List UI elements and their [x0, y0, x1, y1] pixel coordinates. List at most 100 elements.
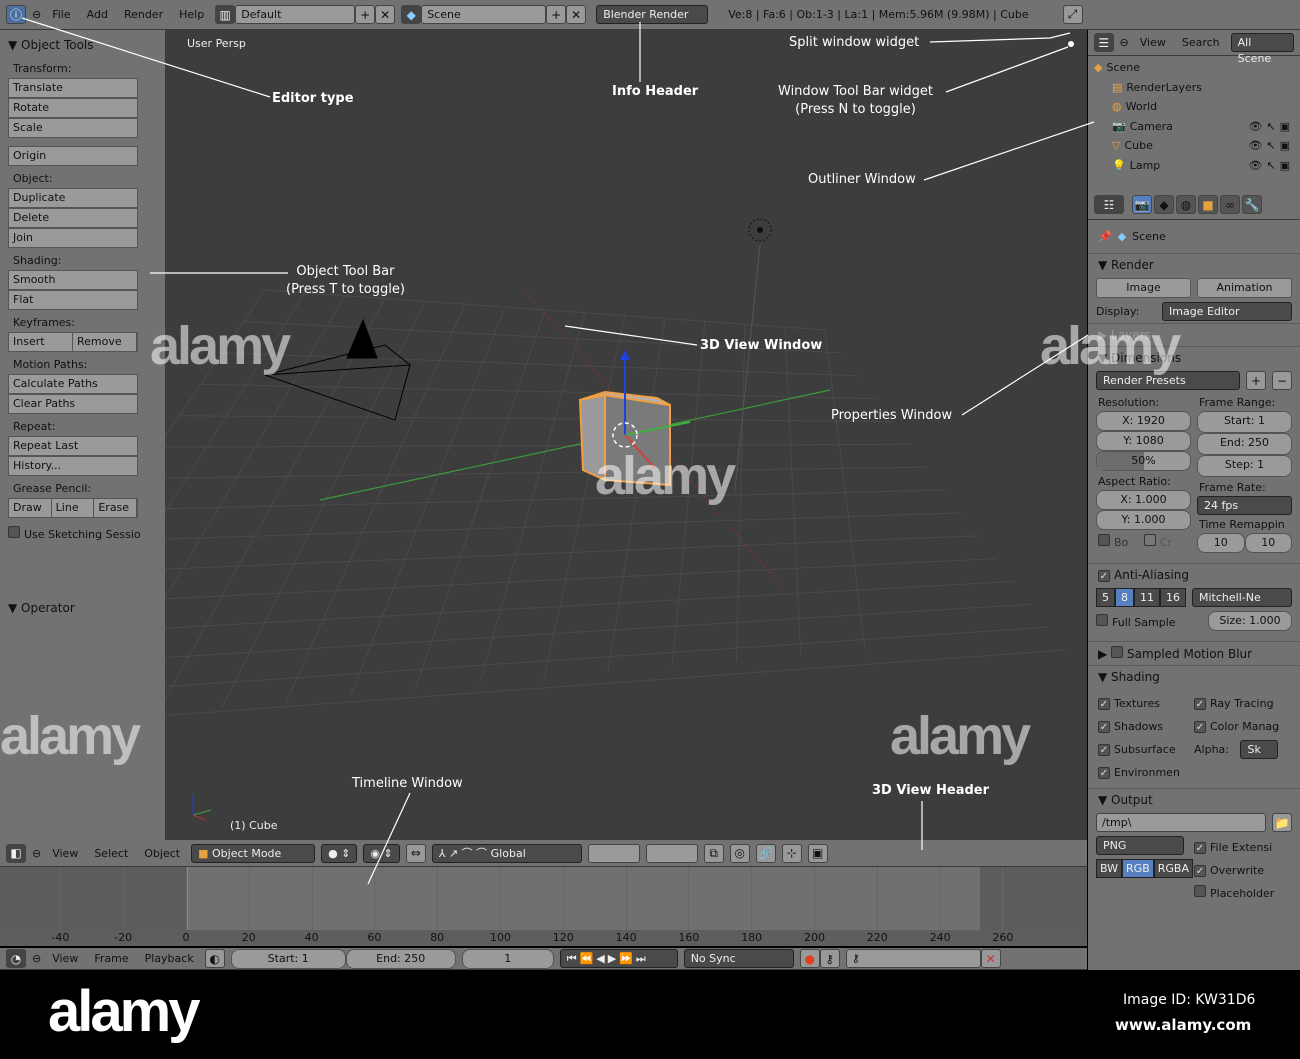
editor-type-icon[interactable]: ☰ — [1094, 33, 1114, 52]
frame-rate-select[interactable]: 24 fps — [1197, 496, 1292, 515]
tool-button-line[interactable]: Line — [52, 499, 95, 517]
tool-button-origin[interactable]: Origin — [8, 146, 138, 166]
visibility-icons[interactable]: 👁↖▣ — [1248, 117, 1294, 137]
shading-select[interactable]: ● ⇕ — [321, 843, 358, 863]
display-filter-select[interactable]: All Scene — [1230, 33, 1294, 65]
proportional-icon[interactable]: ◎ — [729, 843, 750, 863]
checkbox[interactable]: ✓ — [1194, 865, 1206, 877]
menu-search[interactable]: Search — [1177, 36, 1225, 49]
visibility-icons[interactable]: 👁↖▣ — [1248, 156, 1294, 176]
tool-button-join[interactable]: Join — [8, 228, 138, 248]
pivot-select[interactable]: ◉ ⇕ — [363, 843, 400, 863]
render-engine-select[interactable]: Blender Render — [596, 5, 709, 24]
fullscreen-icon[interactable]: ⤢ — [1062, 5, 1083, 24]
folder-icon[interactable]: 📁 — [1272, 813, 1292, 832]
remove-preset-icon[interactable]: − — [1272, 371, 1292, 390]
snap-icon[interactable]: 🔗 — [755, 843, 776, 863]
add-scene-icon[interactable]: + — [546, 5, 567, 24]
menu-view[interactable]: View — [1135, 36, 1171, 49]
editor-type-icon[interactable]: ⓘ — [6, 5, 26, 24]
add-preset-icon[interactable]: + — [1246, 371, 1266, 390]
editor-type-icon[interactable]: ◔ — [6, 949, 26, 968]
checkbox[interactable] — [1194, 885, 1206, 897]
menu-view[interactable]: View — [47, 952, 83, 965]
menu-render[interactable]: Render — [119, 8, 168, 21]
timeline-ruler[interactable]: -40 -20 0 20 40 60 80 100 120 140 160 180 200 220 240 2… — [0, 930, 1087, 946]
manipulator-icon[interactable]: ⇔ — [405, 843, 426, 863]
checkbox[interactable]: ✓ — [1098, 698, 1110, 710]
alpha-select[interactable]: Sk — [1240, 740, 1279, 759]
start-frame-field[interactable]: Start: 1 — [1197, 411, 1292, 433]
layers-2[interactable] — [645, 843, 698, 863]
output-path-field[interactable]: /tmp\ — [1096, 813, 1266, 832]
display-select[interactable]: Image Editor — [1162, 302, 1292, 321]
aa-filter-select[interactable]: Mitchell-Ne — [1192, 588, 1292, 607]
tool-button-repeat-last[interactable]: Repeat Last — [8, 436, 138, 456]
outliner-item-renderlayers[interactable]: ▤ RenderLayers — [1094, 78, 1294, 98]
playback-controls[interactable]: ⏮⏪◀▶⏩⏭ — [559, 949, 678, 968]
remove-keying-icon[interactable]: ✕ — [980, 949, 1001, 968]
menu-view[interactable]: View — [47, 847, 83, 860]
tool-button-scale[interactable]: Scale — [8, 118, 138, 138]
lock-layers-icon[interactable]: ⧉ — [703, 843, 724, 863]
scene-field[interactable]: Scene — [421, 5, 547, 24]
collapse-icon[interactable]: ⊖ — [32, 952, 41, 965]
border-checkbox[interactable] — [1098, 534, 1110, 546]
aa-samples-5[interactable]: 5 — [1096, 588, 1115, 607]
file-format-select[interactable]: PNG — [1096, 836, 1184, 855]
render-panel-title[interactable]: ▼ Render — [1088, 253, 1300, 276]
menu-file[interactable]: File — [47, 8, 75, 21]
tab-scene[interactable]: ◆ — [1154, 195, 1174, 214]
record-icon[interactable]: ● — [799, 949, 820, 968]
remap-old-field[interactable]: 10 — [1197, 533, 1245, 553]
frame-step-field[interactable]: Step: 1 — [1197, 455, 1292, 477]
tool-button-duplicate[interactable]: Duplicate — [8, 188, 138, 208]
operator-panel[interactable]: ▼ Operator — [8, 601, 157, 615]
color-mode-rgb[interactable]: RGB — [1122, 859, 1154, 878]
checkbox[interactable]: ✓ — [1098, 744, 1110, 756]
motion-blur-checkbox[interactable] — [1111, 646, 1124, 658]
end-frame-field[interactable]: End: 250 — [345, 948, 456, 969]
pin-icon[interactable]: 📌 — [1098, 230, 1112, 243]
tab-constraints[interactable]: ∞ — [1220, 195, 1240, 214]
checkbox[interactable]: ✓ — [1098, 721, 1110, 733]
remap-new-field[interactable]: 10 — [1244, 533, 1292, 553]
menu-select[interactable]: Select — [89, 847, 133, 860]
tab-modifiers[interactable]: 🔧 — [1242, 195, 1262, 214]
outliner-item-camera[interactable]: 📷 Camera 👁↖▣ — [1094, 117, 1294, 137]
tool-button-erase[interactable]: Erase — [94, 499, 138, 517]
add-layout-icon[interactable]: + — [355, 5, 376, 24]
tab-render[interactable]: 📷 — [1132, 195, 1152, 214]
motion-blur-panel-title[interactable]: ▶ Sampled Motion Blur — [1088, 641, 1300, 665]
tool-button-remove[interactable]: Remove — [73, 333, 137, 351]
checkbox[interactable]: ✓ — [1194, 721, 1206, 733]
editor-type-icon[interactable]: ☷ — [1094, 195, 1124, 214]
full-sample-checkbox[interactable] — [1096, 613, 1108, 626]
sketching-checkbox[interactable] — [8, 526, 20, 538]
tab-object[interactable]: ■ — [1198, 195, 1218, 214]
tool-button-clear-paths[interactable]: Clear Paths — [8, 394, 138, 414]
tool-button-flat[interactable]: Flat — [8, 290, 138, 310]
scene-icon[interactable]: ◆ — [401, 5, 422, 24]
sync-select[interactable]: No Sync — [683, 949, 794, 968]
layout-field[interactable]: Default — [235, 5, 356, 24]
render-animation-button[interactable]: Animation — [1197, 278, 1292, 298]
layout-icon[interactable]: ▥ — [215, 5, 236, 24]
resolution-percentage-slider[interactable]: 50% — [1096, 451, 1191, 471]
shading-panel-title[interactable]: ▼ Shading — [1088, 665, 1300, 688]
crop-checkbox[interactable] — [1143, 534, 1156, 546]
collapse-icon[interactable]: ⊖ — [32, 847, 41, 860]
aspect-x-field[interactable]: X: 1.000 — [1096, 490, 1191, 510]
outliner-item-world[interactable]: ◍ World — [1094, 97, 1294, 117]
tool-button-smooth[interactable]: Smooth — [8, 270, 138, 290]
color-mode-bw[interactable]: BW — [1096, 859, 1123, 878]
anti-aliasing-panel-title[interactable]: ✓ Anti-Aliasing — [1088, 563, 1300, 586]
transform-orientation-select[interactable]: ⅄ ↗ ⌒ ⌒ Global — [431, 843, 582, 863]
render-icon[interactable]: ▣ — [807, 843, 828, 863]
checkbox[interactable]: ✓ — [1194, 842, 1206, 854]
visibility-icons[interactable]: 👁↖▣ — [1248, 136, 1294, 156]
end-frame-field[interactable]: End: 250 — [1197, 433, 1292, 455]
preview-range-icon[interactable]: ◐ — [204, 949, 225, 968]
tool-button-history-[interactable]: History... — [8, 456, 138, 476]
menu-help[interactable]: Help — [174, 8, 209, 21]
